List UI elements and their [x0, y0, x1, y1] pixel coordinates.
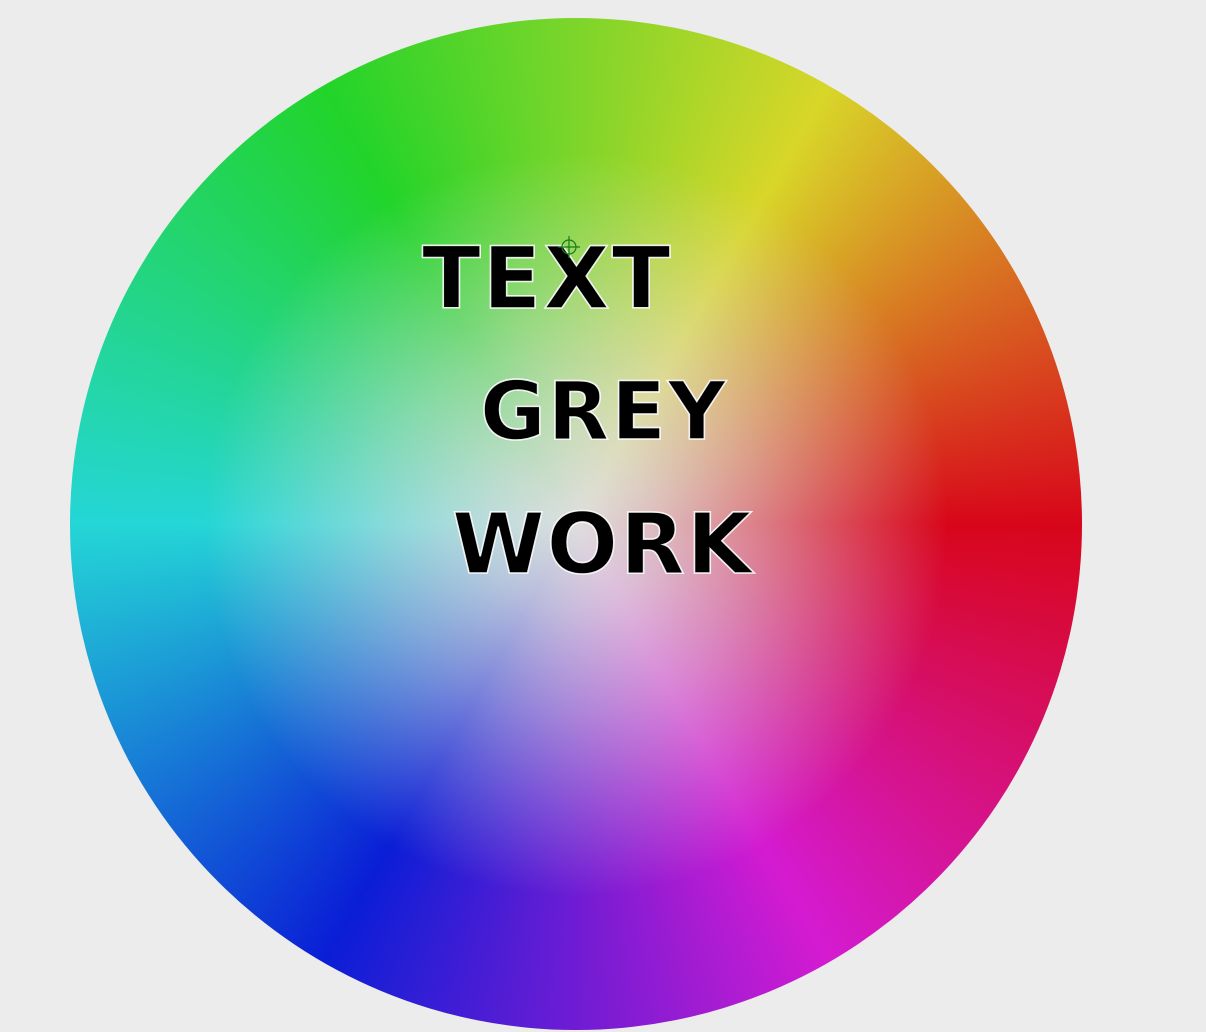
word-grey-label: GREY [480, 372, 728, 453]
word-text: TEXT [422, 236, 673, 322]
word-text-label: TEXT [422, 236, 673, 322]
crosshair-cursor-icon [558, 236, 580, 258]
canvas-stage: TEXT GREY WORK [0, 0, 1206, 1032]
word-work: WORK [452, 502, 754, 586]
word-grey: GREY [480, 372, 728, 453]
word-work-label: WORK [452, 502, 754, 586]
